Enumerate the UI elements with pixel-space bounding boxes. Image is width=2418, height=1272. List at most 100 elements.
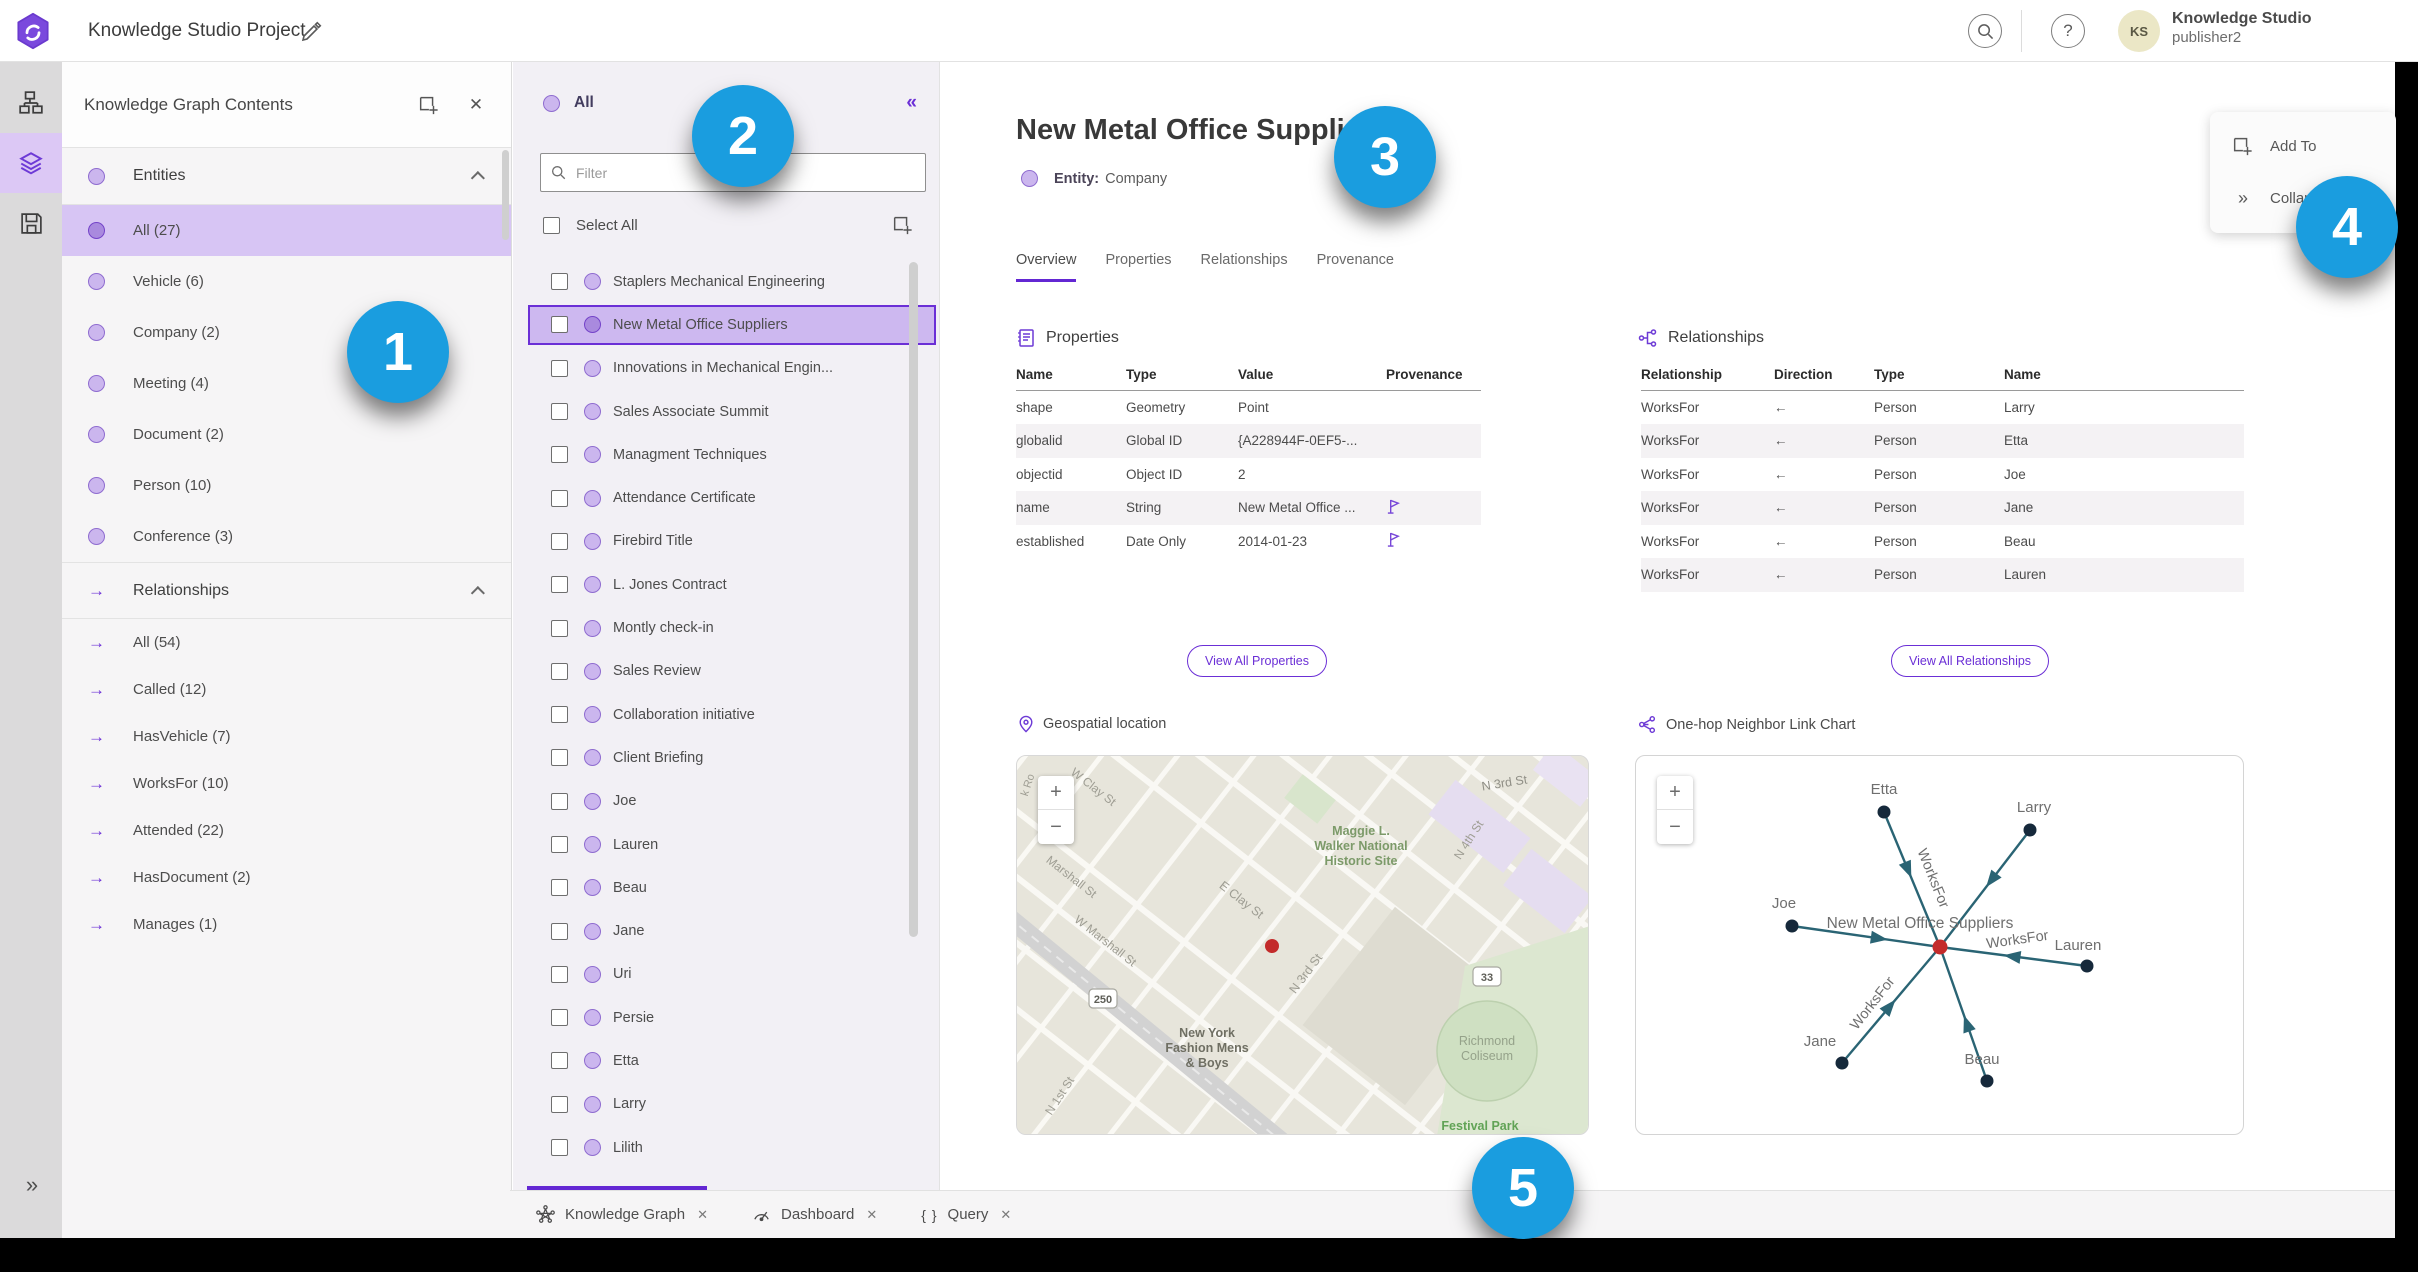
list-item[interactable]: Sales Associate Summit: [513, 390, 940, 433]
person-node[interactable]: [1785, 919, 1799, 933]
entity-name-link[interactable]: Joe: [2004, 458, 2244, 492]
close-tab-icon[interactable]: ✕: [697, 1207, 708, 1223]
item-checkbox[interactable]: [551, 706, 568, 724]
sidebar-item-entity-type[interactable]: All (27): [62, 205, 511, 256]
help-button[interactable]: ?: [2051, 14, 2085, 48]
item-checkbox[interactable]: [551, 836, 568, 853]
person-node[interactable]: [2080, 959, 2094, 973]
list-item[interactable]: Etta: [513, 1039, 940, 1082]
list-item[interactable]: Firebird Title: [513, 520, 940, 563]
left-panel-scrollbar[interactable]: [502, 150, 509, 240]
entity-name-link[interactable]: Etta: [2004, 424, 2244, 458]
relationship-link[interactable]: WorksFor: [1641, 424, 1774, 458]
save-button[interactable]: [0, 193, 62, 253]
add-selection-button[interactable]: [891, 214, 913, 236]
item-checkbox[interactable]: [551, 359, 568, 377]
close-tab-icon[interactable]: ✕: [1000, 1207, 1011, 1223]
sidebar-item-relationship-type[interactable]: → All (54): [62, 619, 511, 666]
item-checkbox[interactable]: [551, 619, 568, 637]
tab-dashboard[interactable]: Dashboard ✕: [752, 1205, 877, 1224]
sidebar-item-relationship-type[interactable]: → HasVehicle (7): [62, 713, 511, 760]
item-checkbox[interactable]: [551, 273, 568, 291]
list-item[interactable]: Beau: [513, 866, 940, 909]
entity-name-link[interactable]: Lauren: [2004, 558, 2244, 592]
item-checkbox[interactable]: [551, 965, 568, 983]
person-node[interactable]: [1877, 805, 1891, 819]
item-checkbox[interactable]: [551, 1009, 568, 1027]
item-checkbox[interactable]: [551, 532, 568, 550]
item-checkbox[interactable]: [551, 922, 568, 940]
close-panel-button[interactable]: ✕: [463, 92, 489, 118]
tab-relationships[interactable]: Relationships: [1201, 252, 1288, 282]
list-item[interactable]: Lauren: [513, 823, 940, 866]
one-hop-link-chart[interactable]: WorksFor Etta Larry Joe WorksFor Lauren WorksF…: [1635, 755, 2244, 1135]
contents-button[interactable]: [0, 133, 62, 193]
user-info[interactable]: Knowledge Studio publisher2: [2172, 9, 2312, 48]
zoom-in-button[interactable]: +: [1657, 776, 1693, 810]
entity-name-link[interactable]: Beau: [2004, 525, 2244, 559]
list-item[interactable]: Larry: [513, 1083, 940, 1126]
add-new-button[interactable]: [415, 92, 441, 118]
select-all-checkbox[interactable]: [543, 216, 560, 234]
sidebar-item-relationship-type[interactable]: → HasDocument (2): [62, 854, 511, 901]
add-to-menu-item[interactable]: Add To: [2210, 120, 2396, 172]
close-tab-icon[interactable]: ✕: [866, 1207, 877, 1223]
person-node[interactable]: [1835, 1056, 1849, 1070]
geospatial-map[interactable]: k Ro W Clay St N 3rd St N 4th St Maggie L. Wa…: [1016, 755, 1589, 1135]
center-entity-node[interactable]: [1932, 939, 1948, 955]
list-item[interactable]: Joe: [513, 780, 940, 823]
provenance-flag-icon[interactable]: [1386, 498, 1401, 515]
sidebar-item-relationship-type[interactable]: → Manages (1): [62, 901, 511, 948]
tab-overview[interactable]: Overview: [1016, 252, 1077, 282]
item-checkbox[interactable]: [551, 1095, 568, 1113]
entity-name-link[interactable]: Jane: [2004, 491, 2244, 525]
avatar[interactable]: KS: [2118, 10, 2160, 52]
item-checkbox[interactable]: [551, 792, 568, 810]
item-checkbox[interactable]: [551, 316, 568, 334]
list-item[interactable]: Lilith: [513, 1126, 940, 1169]
tab-provenance[interactable]: Provenance: [1317, 252, 1394, 282]
person-node[interactable]: [1980, 1074, 1994, 1088]
relationship-link[interactable]: WorksFor: [1641, 391, 1774, 425]
entities-section-header[interactable]: Entities: [62, 148, 511, 205]
view-all-relationships-button[interactable]: View All Relationships: [1891, 645, 2050, 677]
list-scrollbar[interactable]: [909, 262, 918, 937]
item-checkbox[interactable]: [551, 1052, 568, 1070]
view-all-properties-button[interactable]: View All Properties: [1187, 645, 1327, 677]
provenance-flag-icon[interactable]: [1386, 531, 1401, 548]
tab-knowledge-graph[interactable]: Knowledge Graph ✕: [536, 1205, 708, 1224]
sidebar-item-entity-type[interactable]: Document (2): [62, 409, 511, 460]
relationship-link[interactable]: WorksFor: [1641, 558, 1774, 592]
zoom-out-button[interactable]: −: [1657, 810, 1693, 844]
item-checkbox[interactable]: [551, 576, 568, 594]
list-item[interactable]: Persie: [513, 996, 940, 1039]
list-item[interactable]: Managment Techniques: [513, 433, 940, 476]
item-checkbox[interactable]: [551, 749, 568, 767]
relationship-link[interactable]: WorksFor: [1641, 525, 1774, 559]
tab-query[interactable]: { } Query ✕: [921, 1206, 1011, 1223]
list-item[interactable]: Montly check-in: [513, 606, 940, 649]
item-checkbox[interactable]: [551, 1139, 568, 1157]
list-item[interactable]: Jane: [513, 909, 940, 952]
list-item[interactable]: Sales Review: [513, 650, 940, 693]
list-item[interactable]: Innovations in Mechanical Engin...: [513, 347, 940, 390]
zoom-in-button[interactable]: +: [1038, 776, 1074, 810]
list-item[interactable]: Staplers Mechanical Engineering: [513, 260, 940, 303]
person-node[interactable]: [2023, 823, 2037, 837]
expand-rail-button[interactable]: »: [0, 1172, 62, 1198]
list-item[interactable]: L. Jones Contract: [513, 563, 940, 606]
entity-name-link[interactable]: Larry: [2004, 391, 2244, 425]
sidebar-item-entity-type[interactable]: Vehicle (6): [62, 256, 511, 307]
list-item[interactable]: New Metal Office Suppliers: [513, 303, 940, 346]
relationship-link[interactable]: WorksFor: [1641, 458, 1774, 492]
item-checkbox[interactable]: [551, 403, 568, 421]
search-button[interactable]: [1968, 14, 2002, 48]
tab-properties[interactable]: Properties: [1105, 252, 1171, 282]
edit-title-pencil-icon[interactable]: [300, 19, 324, 43]
relationships-section-header[interactable]: → Relationships: [62, 562, 511, 619]
collapse-panel-button[interactable]: «: [906, 92, 917, 114]
list-item[interactable]: Collaboration initiative: [513, 693, 940, 736]
sidebar-item-entity-type[interactable]: Conference (3): [62, 511, 511, 562]
sidebar-item-relationship-type[interactable]: → Called (12): [62, 666, 511, 713]
item-checkbox[interactable]: [551, 879, 568, 897]
